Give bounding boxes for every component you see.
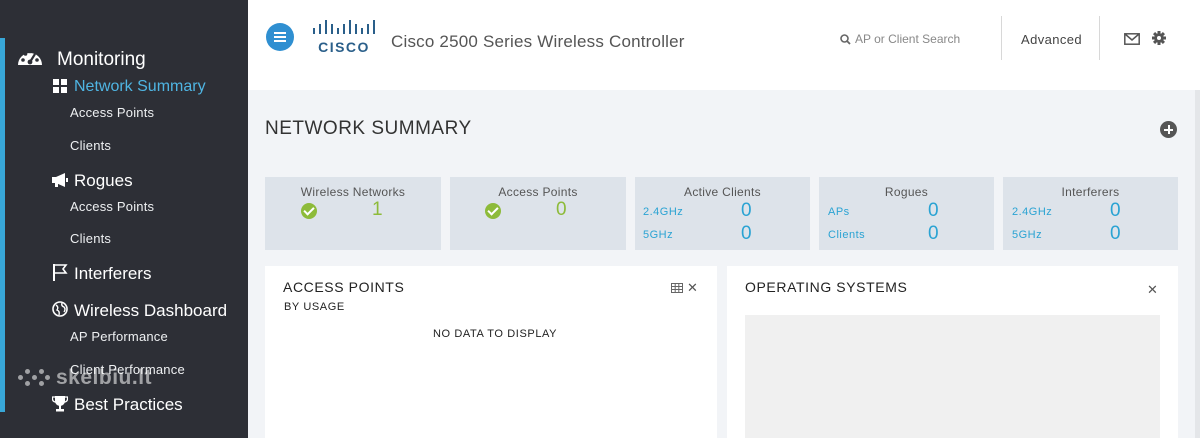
band-label: 5GHz (643, 229, 674, 241)
sidebar-item-clients[interactable]: Clients (70, 138, 111, 153)
tile-label: Interferers (1061, 185, 1120, 199)
os-chart-area (745, 315, 1160, 438)
interferers-tile[interactable]: Interferers 2.4GHz 0 5GHz 0 (1003, 177, 1178, 250)
globe-icon (52, 301, 68, 317)
access-points-tile[interactable]: Access Points 0 (450, 177, 626, 250)
sidebar-item-rogue-access-points[interactable]: Access Points (70, 199, 154, 214)
gear-icon[interactable] (1152, 31, 1166, 45)
search-box[interactable]: AP or Client Search (840, 32, 960, 46)
megaphone-icon (52, 173, 68, 187)
sidebar-item-interferers[interactable]: Interferers (74, 264, 151, 284)
active-clients-tile[interactable]: Active Clients 2.4GHz 0 5GHz 0 (635, 177, 810, 250)
sidebar-item-monitoring[interactable]: Monitoring (57, 49, 146, 71)
rogue-clients-count: 0 (928, 223, 939, 244)
cisco-logo: CISCO (313, 20, 375, 54)
tile-label: Wireless Networks (300, 185, 406, 199)
page-title: NETWORK SUMMARY (265, 118, 472, 139)
sidebar-item-access-points[interactable]: Access Points (70, 105, 154, 120)
check-circle-icon (485, 203, 501, 219)
sidebar-item-rogues[interactable]: Rogues (74, 171, 133, 191)
table-icon[interactable] (671, 283, 683, 293)
sidebar-item-rogue-clients[interactable]: Clients (70, 231, 111, 246)
close-icon[interactable]: ✕ (1147, 282, 1158, 298)
header-divider (1099, 16, 1100, 60)
rogue-type-label: APs (828, 206, 850, 218)
watermark: skelbiu.lt (18, 366, 152, 390)
logo-text: CISCO (318, 39, 370, 54)
page-scrollbar[interactable] (1195, 90, 1200, 438)
tile-label: Active Clients (684, 185, 761, 199)
plus-circle-icon[interactable] (1160, 121, 1177, 138)
interferers-5ghz-count: 0 (1110, 223, 1121, 244)
rogue-aps-count: 0 (928, 200, 939, 221)
access-points-count: 0 (556, 199, 567, 220)
sidebar: Monitoring Network Summary Access Points… (0, 0, 248, 438)
tile-label: Access Points (498, 185, 578, 199)
sidebar-item-network-summary[interactable]: Network Summary (74, 78, 206, 96)
watermark-dots-icon (18, 368, 50, 388)
active-section-indicator (0, 38, 5, 412)
rogues-tile[interactable]: Rogues APs 0 Clients 0 (819, 177, 994, 250)
dashboard-icon (18, 49, 42, 65)
wireless-networks-tile[interactable]: Wireless Networks 1 (265, 177, 441, 250)
header-divider (1001, 16, 1002, 60)
check-circle-icon (301, 203, 317, 219)
active-clients-5ghz-count: 0 (741, 223, 752, 244)
band-label: 5GHz (1012, 229, 1043, 241)
wireless-networks-count: 1 (372, 199, 383, 220)
sidebar-item-ap-performance[interactable]: AP Performance (70, 329, 168, 344)
rogue-type-label: Clients (828, 229, 866, 241)
app-title: Cisco 2500 Series Wireless Controller (391, 32, 685, 51)
mail-icon[interactable] (1124, 33, 1140, 45)
operating-systems-panel: OPERATING SYSTEMS ✕ (727, 266, 1178, 438)
panel-title: OPERATING SYSTEMS (745, 279, 908, 295)
trophy-icon (52, 396, 68, 412)
menu-icon[interactable] (266, 23, 294, 51)
interferers-24ghz-count: 0 (1110, 200, 1121, 221)
top-header: CISCO Cisco 2500 Series Wireless Control… (248, 0, 1200, 90)
flag-icon (53, 264, 68, 281)
panel-title: ACCESS POINTS (283, 279, 405, 295)
access-points-panel: ACCESS POINTS BY USAGE NO DATA TO DISPLA… (265, 266, 717, 438)
search-icon (840, 34, 851, 45)
grid-icon (53, 79, 67, 93)
sidebar-item-best-practices[interactable]: Best Practices (74, 395, 183, 415)
active-clients-24ghz-count: 0 (741, 200, 752, 221)
sidebar-item-wireless-dashboard[interactable]: Wireless Dashboard (74, 301, 227, 321)
watermark-text: skelbiu.lt (56, 366, 153, 389)
band-label: 2.4GHz (1012, 206, 1053, 218)
band-label: 2.4GHz (643, 206, 684, 218)
tile-label: Rogues (884, 185, 929, 199)
empty-state-text: NO DATA TO DISPLAY (433, 328, 558, 340)
advanced-button[interactable]: Advanced (1021, 32, 1082, 47)
panel-subtitle: BY USAGE (284, 301, 345, 313)
close-icon[interactable]: ✕ (687, 280, 698, 296)
search-input[interactable]: AP or Client Search (855, 32, 960, 46)
